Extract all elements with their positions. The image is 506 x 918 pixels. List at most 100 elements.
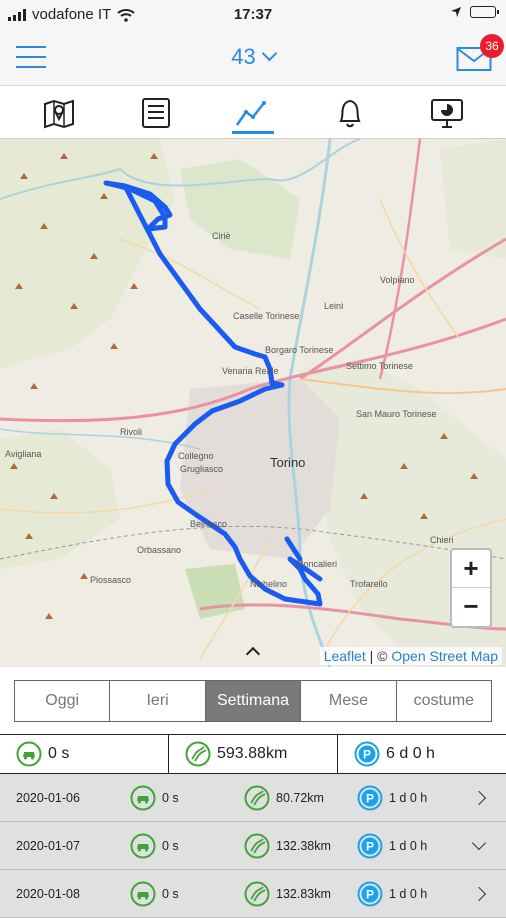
collapse-map-icon[interactable] bbox=[244, 643, 262, 662]
map-labels: Torino Venaria Reale Collegno Grugliasco… bbox=[0, 139, 506, 667]
clock: 17:37 bbox=[233, 6, 273, 23]
tab-alerts[interactable] bbox=[327, 90, 373, 136]
label-settimo: Settimo Torinese bbox=[346, 361, 413, 371]
road-icon bbox=[185, 741, 211, 767]
tab-bar bbox=[0, 87, 506, 139]
svg-text:P: P bbox=[363, 748, 371, 762]
day-moving-value: 0 s bbox=[162, 790, 179, 805]
label-rivoli: Rivoli bbox=[120, 427, 143, 437]
day-distance-value: 132.38km bbox=[276, 838, 331, 853]
day-moving-value: 0 s bbox=[162, 838, 179, 853]
parking-icon: P bbox=[357, 881, 383, 906]
summary-moving: 0 s bbox=[0, 735, 169, 773]
svg-text:P: P bbox=[366, 791, 374, 805]
summary-distance-value: 593.88km bbox=[217, 745, 288, 762]
day-distance: 80.72km bbox=[244, 785, 324, 811]
app-header: 43 36 bbox=[0, 30, 506, 86]
label-venaria: Venaria Reale bbox=[222, 366, 279, 376]
day-date: 2020-01-06 bbox=[16, 790, 80, 805]
zoom-control: + − bbox=[450, 548, 492, 628]
label-caselle: Caselle Torinese bbox=[233, 311, 300, 321]
label-avigliana: Avigliana bbox=[5, 449, 42, 459]
chevron-right-icon[interactable] bbox=[471, 886, 487, 901]
zoom-out-button[interactable]: − bbox=[452, 588, 490, 626]
tab-map[interactable] bbox=[36, 90, 82, 136]
day-moving-value: 0 s bbox=[162, 886, 179, 901]
chevron-down-icon[interactable] bbox=[471, 835, 487, 851]
zoom-in-button[interactable]: + bbox=[452, 550, 490, 588]
svg-text:P: P bbox=[366, 839, 374, 853]
label-nichelino: Nichelino bbox=[250, 579, 288, 589]
attribution-separator: | © bbox=[365, 648, 392, 664]
tab-report[interactable] bbox=[424, 90, 470, 136]
label-leini: Leinì bbox=[324, 301, 344, 311]
parking-icon: P bbox=[357, 785, 383, 810]
osm-link[interactable]: Open Street Map bbox=[391, 648, 498, 664]
day-row[interactable]: 2020-01-07 0 s 132.38km P 1 d 0 h bbox=[0, 822, 506, 870]
label-moncalieri: Moncalieri bbox=[296, 559, 338, 569]
map-marker-icon bbox=[43, 99, 74, 128]
day-distance-value: 132.83km bbox=[276, 886, 331, 901]
car-status-icon bbox=[16, 741, 42, 767]
road-icon bbox=[244, 785, 270, 810]
day-parking-value: 1 d 0 h bbox=[389, 790, 428, 805]
label-cirie: Ciriè bbox=[212, 231, 231, 241]
period-settimana[interactable]: Settimana bbox=[205, 681, 302, 721]
label-beinasco: Beinasco bbox=[190, 519, 228, 529]
period-oggi[interactable]: Oggi bbox=[15, 681, 111, 721]
status-bar: vodafone IT 17:37 bbox=[0, 0, 506, 30]
car-status-icon bbox=[130, 881, 156, 906]
chevron-down-icon bbox=[261, 45, 278, 62]
day-parking-value: 1 d 0 h bbox=[389, 838, 428, 853]
mail-badge: 36 bbox=[480, 34, 504, 58]
map-attribution: Leaflet | © Open Street Map bbox=[319, 647, 502, 665]
day-parking: P 1 d 0 h bbox=[357, 833, 427, 859]
label-volpiano: Volpiano bbox=[380, 275, 415, 285]
label-trofarello: Trofarello bbox=[350, 579, 388, 589]
day-date: 2020-01-07 bbox=[16, 838, 80, 853]
leaflet-link[interactable]: Leaflet bbox=[324, 648, 366, 664]
day-parking: P 1 d 0 h bbox=[357, 881, 427, 907]
summary-parking: P 6 d 0 h bbox=[338, 735, 506, 773]
summary-bar: 0 s 593.88km P 6 d 0 h bbox=[0, 734, 506, 774]
label-piossasco: Piossasco bbox=[90, 575, 132, 585]
label-sanmauro: San Mauro Torinese bbox=[356, 409, 437, 419]
bell-icon bbox=[339, 99, 361, 127]
list-icon bbox=[141, 97, 170, 128]
day-moving: 0 s bbox=[130, 833, 179, 859]
day-moving: 0 s bbox=[130, 785, 179, 811]
label-grugliasco: Grugliasco bbox=[180, 464, 224, 474]
chevron-right-icon[interactable] bbox=[471, 790, 487, 805]
summary-distance: 593.88km bbox=[169, 735, 338, 773]
location-arrow-icon bbox=[451, 7, 461, 17]
day-distance: 132.83km bbox=[244, 881, 331, 907]
tab-list[interactable] bbox=[133, 90, 179, 136]
day-moving: 0 s bbox=[130, 881, 179, 907]
day-row[interactable]: 2020-01-08 0 s 132.83km P 1 d 0 h bbox=[0, 870, 506, 918]
car-status-icon bbox=[130, 785, 156, 810]
period-mese[interactable]: Mese bbox=[301, 681, 397, 721]
day-distance-value: 80.72km bbox=[276, 790, 324, 805]
period-costume[interactable]: costume bbox=[397, 681, 491, 721]
parking-icon: P bbox=[357, 833, 383, 858]
battery-icon bbox=[470, 6, 499, 18]
vehicle-selector[interactable]: 43 bbox=[0, 44, 506, 70]
period-ieri[interactable]: Ieri bbox=[110, 681, 206, 721]
label-collegno: Collegno bbox=[178, 451, 214, 461]
summary-parking-value: 6 d 0 h bbox=[386, 745, 435, 762]
label-orbassano: Orbassano bbox=[137, 545, 182, 555]
tab-chart[interactable] bbox=[230, 90, 276, 136]
road-icon bbox=[244, 881, 270, 906]
parking-icon: P bbox=[354, 741, 380, 767]
car-status-icon bbox=[130, 833, 156, 858]
road-icon bbox=[244, 833, 270, 858]
day-date: 2020-01-08 bbox=[16, 886, 80, 901]
label-chieri: Chieri bbox=[430, 535, 454, 545]
day-parking-value: 1 d 0 h bbox=[389, 886, 428, 901]
day-row[interactable]: 2020-01-06 0 s 80.72km P 1 d 0 h bbox=[0, 774, 506, 822]
period-selector: Oggi Ieri Settimana Mese costume bbox=[14, 680, 492, 722]
svg-text:P: P bbox=[366, 887, 374, 901]
monitor-chart-icon bbox=[431, 98, 464, 128]
label-borgaro: Borgaro Torinese bbox=[265, 345, 334, 355]
route-map[interactable]: Torino Venaria Reale Collegno Grugliasco… bbox=[0, 139, 506, 667]
